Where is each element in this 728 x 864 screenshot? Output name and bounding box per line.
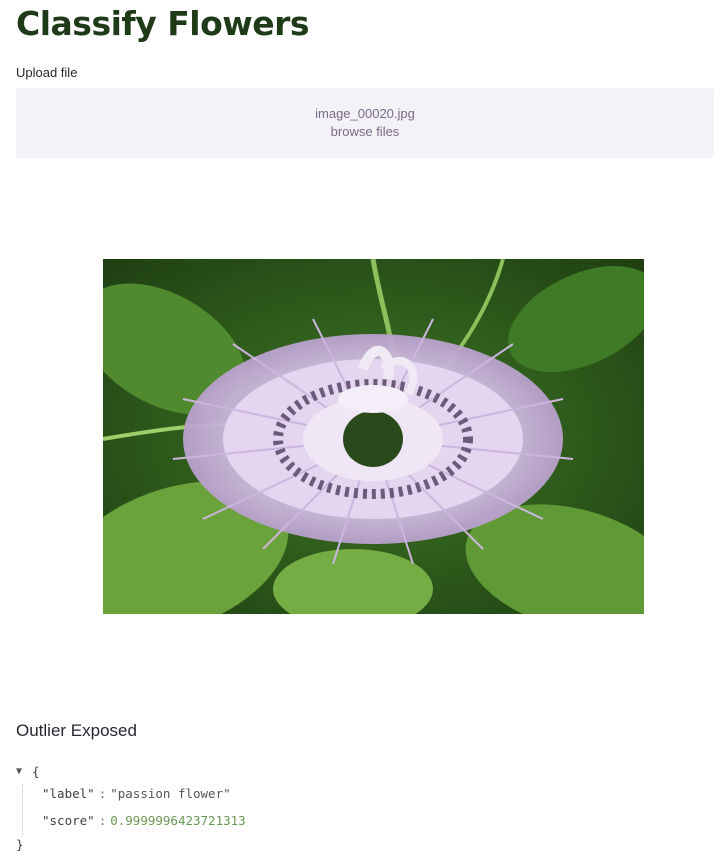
json-value-number: 0.9999996423721313 xyxy=(110,813,246,828)
uploaded-image xyxy=(103,259,644,614)
json-indent-guide xyxy=(22,784,23,836)
browse-files-link[interactable]: browse files xyxy=(331,123,400,141)
result-heading: Outlier Exposed xyxy=(16,721,137,740)
page-title: Classify Flowers xyxy=(16,4,310,43)
json-key: "label" xyxy=(42,786,95,801)
caret-down-icon[interactable]: ▼ xyxy=(16,762,32,782)
json-key: "score" xyxy=(42,813,95,828)
file-dropzone[interactable]: image_00020.jpg browse files xyxy=(16,88,714,158)
upload-label: Upload file xyxy=(16,65,78,80)
json-entry-label: "label" : "passion flower" xyxy=(16,784,516,811)
json-close-brace: } xyxy=(16,837,24,852)
json-entry-score: "score" : 0.9999996423721313 xyxy=(16,811,516,838)
uploaded-filename: image_00020.jpg xyxy=(315,106,415,121)
json-value-string: "passion flower" xyxy=(110,786,231,801)
json-viewer: ▼ { "label" : "passion flower" "score" :… xyxy=(16,762,516,858)
json-open-brace: { xyxy=(32,764,40,779)
